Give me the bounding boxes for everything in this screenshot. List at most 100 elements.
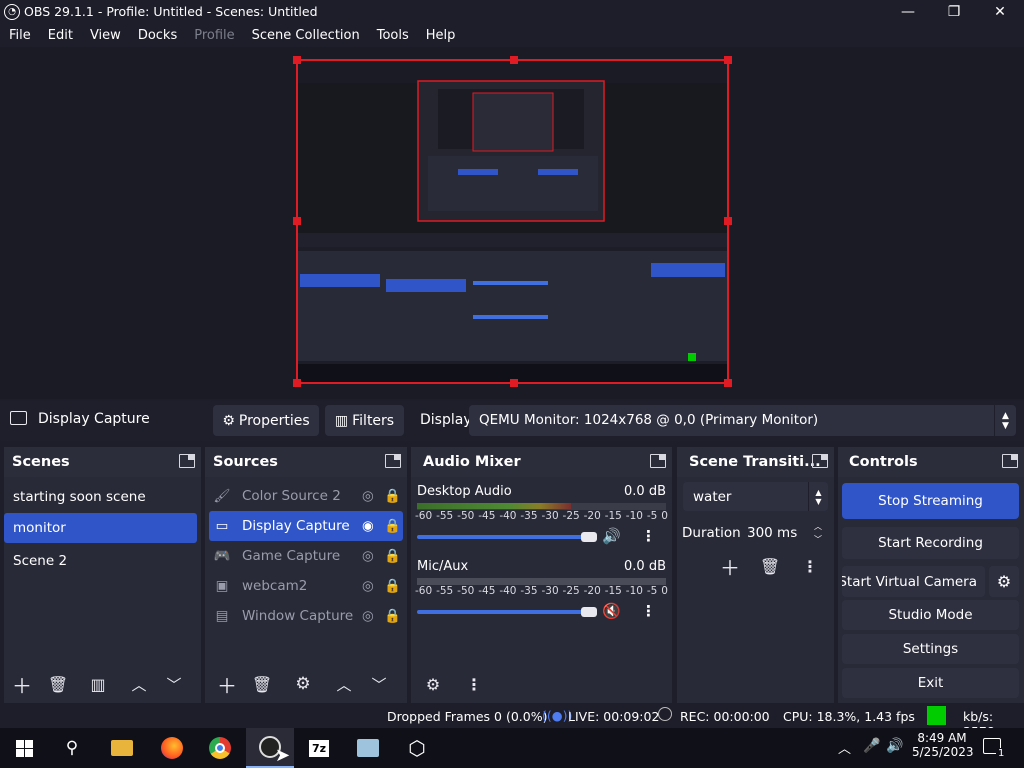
clock[interactable]: 8:49 AM 5/25/2023	[912, 731, 974, 759]
undock-icon[interactable]	[812, 454, 828, 468]
volume-slider-knob[interactable]	[581, 607, 597, 617]
lock-icon[interactable]: 🔒	[384, 608, 401, 624]
move-source-down-button[interactable]: ﹀	[364, 669, 394, 699]
kebab-menu-icon[interactable]: ⋮	[641, 602, 656, 620]
remove-scene-button[interactable]: 🗑	[43, 669, 73, 699]
settings-button[interactable]: Settings	[842, 634, 1019, 664]
cpu-usage: CPU: 18.3%, 1.43 fps	[783, 709, 915, 724]
exit-button[interactable]: Exit	[842, 668, 1019, 698]
meter-tick-label: -15	[604, 585, 622, 597]
scene-item[interactable]: Scene 2	[4, 546, 197, 576]
audio-settings-button[interactable]: ⚙	[418, 669, 448, 699]
undock-icon[interactable]	[179, 454, 195, 468]
firefox-button[interactable]	[148, 728, 196, 768]
source-item[interactable]: ▤ Window Capture ◎ 🔒	[209, 601, 403, 631]
start-button[interactable]	[0, 728, 48, 768]
undock-icon[interactable]	[650, 454, 666, 468]
start-recording-button[interactable]: Start Recording	[842, 527, 1019, 559]
undock-icon[interactable]	[1002, 454, 1018, 468]
volume-slider[interactable]	[417, 610, 593, 614]
resize-handle-bottom-left[interactable]	[293, 379, 301, 387]
menu-view[interactable]: View	[81, 28, 129, 43]
lock-icon[interactable]: 🔒	[384, 488, 401, 504]
resize-handle-right[interactable]	[724, 217, 732, 225]
microphone-icon[interactable]: 🎤	[863, 738, 880, 754]
menu-docks[interactable]: Docks	[129, 28, 185, 43]
stream-health-indicator	[927, 706, 946, 725]
stop-streaming-button[interactable]: Stop Streaming	[842, 483, 1019, 519]
start-virtual-camera-button[interactable]: Start Virtual Camera	[842, 566, 985, 597]
audio-menu-button[interactable]: ⋮	[459, 669, 489, 699]
eye-icon[interactable]: ◉	[362, 518, 384, 534]
speaker-muted-icon[interactable]: 🔇	[602, 602, 621, 620]
transition-select[interactable]: water ▲ ▼	[683, 482, 828, 511]
show-hidden-icons-chevron-icon[interactable]: ︿	[838, 738, 851, 757]
eye-hidden-icon[interactable]: ◎	[362, 578, 384, 594]
menu-help[interactable]: Help	[417, 28, 464, 43]
undock-icon[interactable]	[385, 454, 401, 468]
chrome-button[interactable]	[196, 728, 244, 768]
filters-button[interactable]: ▥ Filters	[325, 405, 404, 436]
add-source-button[interactable]: ＋	[212, 669, 242, 699]
minimize-button[interactable]: —	[885, 0, 931, 23]
volume-icon[interactable]: 🔊	[886, 738, 903, 754]
selected-source-name: Display Capture	[38, 411, 150, 427]
move-scene-down-button[interactable]: ﹀	[159, 669, 189, 699]
7zip-button[interactable]: 7z	[295, 728, 343, 768]
resize-handle-bottom-right[interactable]	[724, 379, 732, 387]
scene-item[interactable]: starting soon scene	[4, 482, 197, 512]
add-scene-button[interactable]: ＋	[7, 669, 37, 699]
duration-spinbox[interactable]: 300 ms ︿ ﹀	[738, 518, 824, 547]
volume-slider-knob[interactable]	[581, 532, 597, 542]
search-button[interactable]: ⚲	[48, 728, 96, 768]
source-item[interactable]: ▭ Display Capture ◉ 🔒	[209, 511, 403, 541]
remove-source-button[interactable]: 🗑	[247, 669, 277, 699]
move-scene-up-button[interactable]: ︿	[124, 669, 154, 699]
preview-source-display-capture[interactable]	[293, 56, 732, 387]
resize-handle-top-left[interactable]	[293, 56, 301, 64]
menu-edit[interactable]: Edit	[39, 28, 81, 43]
resize-handle-top-right[interactable]	[724, 56, 732, 64]
menu-file[interactable]: File	[0, 28, 39, 43]
close-button[interactable]: ✕	[977, 0, 1023, 23]
scene-item[interactable]: monitor	[4, 513, 197, 543]
move-source-up-button[interactable]: ︿	[329, 669, 359, 699]
remove-transition-button[interactable]: 🗑	[755, 551, 785, 581]
maximize-button[interactable]: ❐	[931, 0, 977, 23]
resize-handle-bottom[interactable]	[510, 379, 518, 387]
menu-scene-collection[interactable]: Scene Collection	[243, 28, 368, 43]
3d-viewer-button[interactable]: ⬡	[393, 728, 441, 768]
scene-filters-button[interactable]: ▥	[83, 669, 113, 699]
transition-menu-button[interactable]: ⋮	[795, 551, 825, 581]
menu-tools[interactable]: Tools	[368, 28, 417, 43]
display-select[interactable]: QEMU Monitor: 1024x768 @ 0,0 (Primary Mo…	[469, 405, 1016, 436]
studio-mode-button[interactable]: Studio Mode	[842, 600, 1019, 630]
resize-handle-top[interactable]	[510, 56, 518, 64]
speaker-icon[interactable]: 🔊	[602, 527, 621, 545]
lock-icon[interactable]: 🔒	[384, 518, 401, 534]
eye-hidden-icon[interactable]: ◎	[362, 608, 384, 624]
chevron-down-icon: ﹀	[371, 675, 387, 694]
eye-hidden-icon[interactable]: ◎	[362, 548, 384, 564]
stop-streaming-label: Stop Streaming	[878, 493, 983, 509]
file-explorer-button[interactable]	[98, 728, 146, 768]
volume-meter-track	[417, 578, 666, 585]
paint-button[interactable]	[344, 728, 392, 768]
lock-icon[interactable]: 🔒	[384, 578, 401, 594]
audio-mixer-dock: Audio Mixer Desktop Audio 0.0 dB -60 -55-…	[411, 447, 672, 703]
kebab-menu-icon[interactable]: ⋮	[641, 527, 656, 545]
virtual-camera-settings-button[interactable]: ⚙	[989, 566, 1019, 597]
lock-icon[interactable]: 🔒	[384, 548, 401, 564]
scene-transitions-title: Scene Transiti...	[689, 454, 821, 470]
source-item[interactable]: ▣ webcam2 ◎ 🔒	[209, 571, 403, 601]
source-item[interactable]: 🖌 Color Source 2 ◎ 🔒	[209, 481, 403, 511]
source-item[interactable]: 🎮 Game Capture ◎ 🔒	[209, 541, 403, 571]
menu-profile[interactable]: Profile	[185, 28, 242, 43]
properties-button[interactable]: ⚙ Properties	[213, 405, 319, 436]
volume-slider[interactable]	[417, 535, 593, 539]
add-transition-button[interactable]: ＋	[715, 551, 745, 581]
spin-arrows-icon[interactable]: ︿ ﹀	[814, 520, 822, 546]
eye-hidden-icon[interactable]: ◎	[362, 488, 384, 504]
resize-handle-left[interactable]	[293, 217, 301, 225]
source-properties-button[interactable]: ⚙	[288, 669, 318, 699]
